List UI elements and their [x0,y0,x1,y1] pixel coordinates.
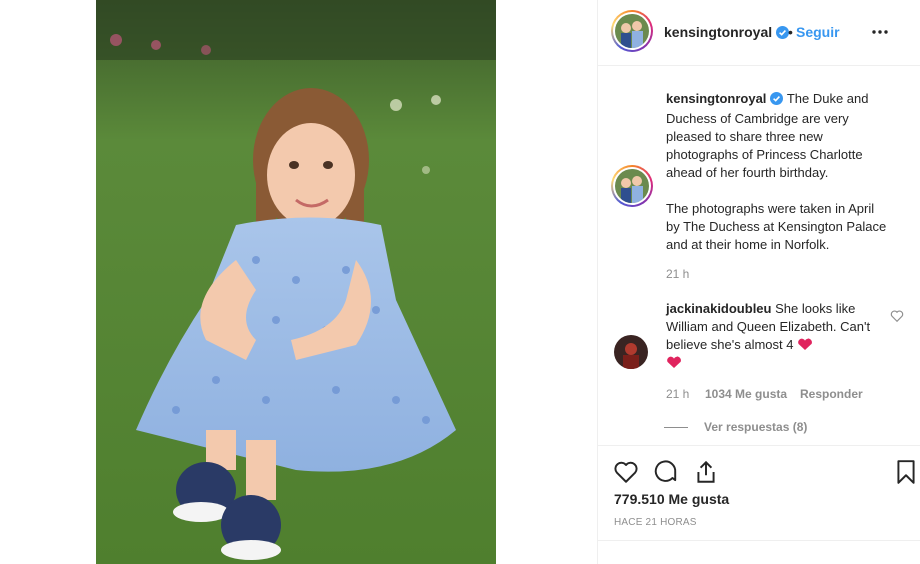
heart-emoji-icon [666,355,682,370]
comment: jackinakidoubleu She looks like William … [666,300,891,372]
caption-username[interactable]: kensingtonroyal [666,91,766,106]
photo-illustration [96,0,496,564]
caption-avatar[interactable] [611,165,653,207]
comment-username[interactable]: jackinakidoubleu [666,301,771,316]
reply-button[interactable]: Responder [800,387,863,401]
bookmark-icon[interactable] [893,459,919,485]
view-replies-button[interactable]: Ver respuestas (8) [664,420,807,434]
caption-time[interactable]: 21 h [666,267,689,281]
comments-section: kensingtonroyal The Duke and Duchess of … [598,67,920,445]
post-media-pane [0,0,597,564]
header-username-text[interactable]: kensingtonroyal [664,24,772,40]
likes-count[interactable]: 779.510 Me gusta [614,491,729,507]
more-options-icon[interactable] [870,22,890,42]
caption-text-2: The photographs were taken in April by T… [666,201,887,252]
follow-button[interactable]: Seguir [796,24,840,40]
header-avatar[interactable] [611,10,653,52]
post-header: kensingtonroyal • Seguir [598,0,920,66]
share-icon[interactable] [693,459,719,485]
heart-emoji-icon [797,337,813,352]
view-replies-label[interactable]: Ver respuestas (8) [704,420,807,434]
post-timestamp: HACE 21 HORAS [614,517,697,528]
add-comment-area[interactable] [598,540,920,564]
replies-divider [664,427,688,429]
heart-icon[interactable] [613,459,639,485]
caption: kensingtonroyal The Duke and Duchess of … [666,90,891,254]
comment-time[interactable]: 21 h [666,387,689,401]
comment-avatar[interactable] [614,335,648,369]
separator-dot: • [788,24,793,40]
comment-likes[interactable]: 1034 Me gusta [705,387,787,401]
comment-icon[interactable] [653,459,679,485]
verified-badge-icon [770,92,784,110]
comment-like-icon[interactable] [890,309,904,323]
header-username[interactable]: kensingtonroyal [664,24,790,42]
post-photo[interactable] [96,0,496,564]
post-sidebar: kensingtonroyal • Seguir kensingtonroyal [597,0,920,564]
